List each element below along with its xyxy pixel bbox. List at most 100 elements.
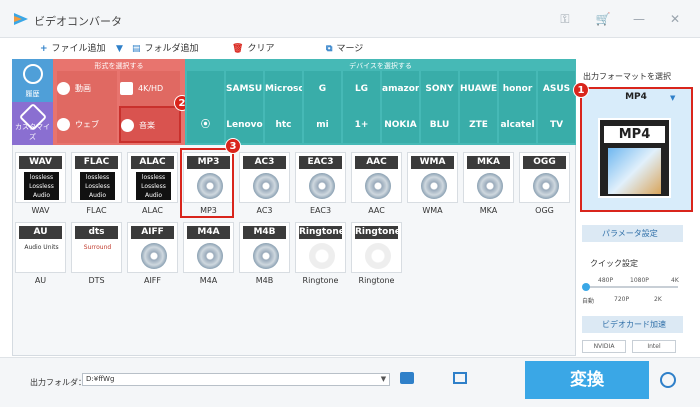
device-r1-0[interactable]	[187, 71, 224, 107]
open-folder-icon[interactable]	[453, 372, 467, 384]
close-icon[interactable]: ✕	[666, 10, 684, 28]
device-r1-3[interactable]: G	[304, 71, 341, 107]
device-r2-5[interactable]: NOKIA	[382, 107, 419, 143]
key-icon[interactable]: ⚿	[556, 10, 574, 28]
device-r2-2[interactable]: htc	[265, 107, 302, 143]
quick-480p: 480P	[598, 277, 614, 284]
format-tile-label: MKA	[479, 206, 498, 215]
device-r2-7[interactable]: ZTE	[460, 107, 497, 143]
format-tile-header: OGG	[523, 156, 566, 169]
format-tile-label: M4A	[199, 276, 218, 285]
audio-disc-icon	[141, 243, 167, 269]
lossless-audio-icon: lossless Lossless Audio	[80, 172, 115, 200]
format-tile-ringtone[interactable]: Ringtone	[295, 222, 346, 273]
format-tile-ringtone[interactable]: Ringtone	[351, 222, 402, 273]
device-r1-1[interactable]: SAMSUNG	[226, 71, 263, 107]
format-tile-ac3[interactable]: AC3	[239, 152, 290, 203]
format-tile-au[interactable]: AU Audio Units	[15, 222, 66, 273]
quick-slider-handle[interactable]	[582, 283, 590, 291]
lossless-audio-icon: lossless Lossless Audio	[24, 172, 59, 200]
merge-icon: ⧉	[326, 44, 333, 54]
format-tile-mka[interactable]: MKA	[463, 152, 514, 203]
format-tile-aiff[interactable]: AIFF	[127, 222, 178, 273]
device-r1-6[interactable]: SONY	[421, 71, 458, 107]
format-tile-label: FLAC	[86, 206, 107, 215]
device-r1-2[interactable]: Microsoft	[265, 71, 302, 107]
format-tile-header: WMA	[411, 156, 454, 169]
format-tile-header: AC3	[243, 156, 286, 169]
audio-disc-icon	[421, 173, 447, 199]
device-r2-4[interactable]: 1+	[343, 107, 380, 143]
device-header: デバイスを選択する	[349, 62, 412, 70]
device-r2-8[interactable]: alcatel	[499, 107, 536, 143]
format-tile-header: AAC	[355, 156, 398, 169]
format-tile-ogg[interactable]: OGG	[519, 152, 570, 203]
device-r2-0[interactable]: ⦿	[187, 107, 224, 143]
format-tile-label: WMA	[422, 206, 443, 215]
format-tile-label: AC3	[256, 206, 273, 215]
audio-disc-icon	[197, 243, 223, 269]
history-icon	[23, 64, 43, 84]
parameter-settings-button[interactable]: パラメータ設定	[582, 225, 683, 242]
format-tile-wav[interactable]: WAV lossless Lossless Audio	[15, 152, 66, 203]
gpu-acceleration-button[interactable]: ビデオカード加速	[582, 316, 683, 333]
format-tile-m4b[interactable]: M4B	[239, 222, 290, 273]
device-r2-6[interactable]: BLU	[421, 107, 458, 143]
format-tile-eac3[interactable]: EAC3	[295, 152, 346, 203]
tab-music[interactable]: 音楽	[119, 106, 181, 143]
merge-button[interactable]: ⧉ マージ	[326, 41, 363, 57]
customize-button[interactable]: カスタマイズ	[12, 102, 53, 145]
format-tile-header: WAV	[19, 156, 62, 169]
tab-4khd[interactable]: 4K/HD	[120, 71, 180, 107]
output-dropdown-button[interactable]: ▼	[378, 374, 389, 385]
format-tile-m4a[interactable]: M4A	[183, 222, 234, 273]
add-file-dropdown-button[interactable]: ▼	[116, 41, 123, 57]
format-tile-alac[interactable]: ALAC lossless Lossless Audio	[127, 152, 178, 203]
alarm-clock-icon[interactable]	[660, 372, 676, 388]
output-folder-input[interactable]: D:¥ffWg	[82, 373, 390, 386]
format-tile-label: OGG	[535, 206, 554, 215]
tab-video[interactable]: 動画	[57, 71, 117, 107]
trash-icon: 🗑	[232, 44, 244, 54]
format-tile-label: M4B	[255, 276, 274, 285]
browse-folder-icon[interactable]	[400, 372, 414, 384]
caret-down-icon: ▼	[116, 44, 123, 54]
device-r1-8[interactable]: honor	[499, 71, 536, 107]
device-r1-5[interactable]: amazon	[382, 71, 419, 107]
quick-slider[interactable]	[586, 286, 678, 288]
format-tile-header: FLAC	[75, 156, 118, 169]
history-button[interactable]: 履歴	[12, 59, 53, 102]
minimize-icon[interactable]: —	[630, 10, 648, 28]
tab-web[interactable]: ウェブ	[57, 107, 117, 143]
cart-icon[interactable]: 🛒	[594, 10, 612, 28]
format-tile-label: AU	[34, 276, 47, 285]
device-r2-3[interactable]: mi	[304, 107, 341, 143]
quick-2k: 2K	[654, 296, 662, 303]
device-r1-4[interactable]: LG	[343, 71, 380, 107]
format-tile-label: ALAC	[141, 206, 164, 215]
add-file-button[interactable]: + ファイル追加	[40, 41, 106, 57]
clear-button[interactable]: 🗑 クリア	[232, 41, 274, 57]
convert-button[interactable]: 変換	[525, 361, 649, 399]
format-tile-flac[interactable]: FLAC lossless Lossless Audio	[71, 152, 122, 203]
audio-disc-icon	[477, 173, 503, 199]
device-r2-9[interactable]: TV	[538, 107, 575, 143]
format-tile-header: M4A	[187, 226, 230, 239]
app-logo-icon	[14, 13, 28, 25]
format-tile-label: Ringtone	[358, 276, 395, 285]
device-r1-7[interactable]: HUAWEI	[460, 71, 497, 107]
audio-disc-icon	[253, 243, 279, 269]
format-tile-header: M4B	[243, 226, 286, 239]
format-tile-header: ALAC	[131, 156, 174, 169]
device-r1-9[interactable]: ASUS	[538, 71, 575, 107]
play-icon	[57, 82, 70, 95]
format-tile-label: DTS	[88, 276, 105, 285]
audio-disc-icon	[533, 173, 559, 199]
audio-disc-icon	[253, 173, 279, 199]
format-tile-aac[interactable]: AAC	[351, 152, 402, 203]
format-tile-dts[interactable]: dts Surround	[71, 222, 122, 273]
format-tile-label: EAC3	[309, 206, 332, 215]
add-folder-button[interactable]: ▤ フォルダ追加	[132, 41, 199, 57]
ringtone-icon	[365, 243, 391, 269]
format-tile-wma[interactable]: WMA	[407, 152, 458, 203]
